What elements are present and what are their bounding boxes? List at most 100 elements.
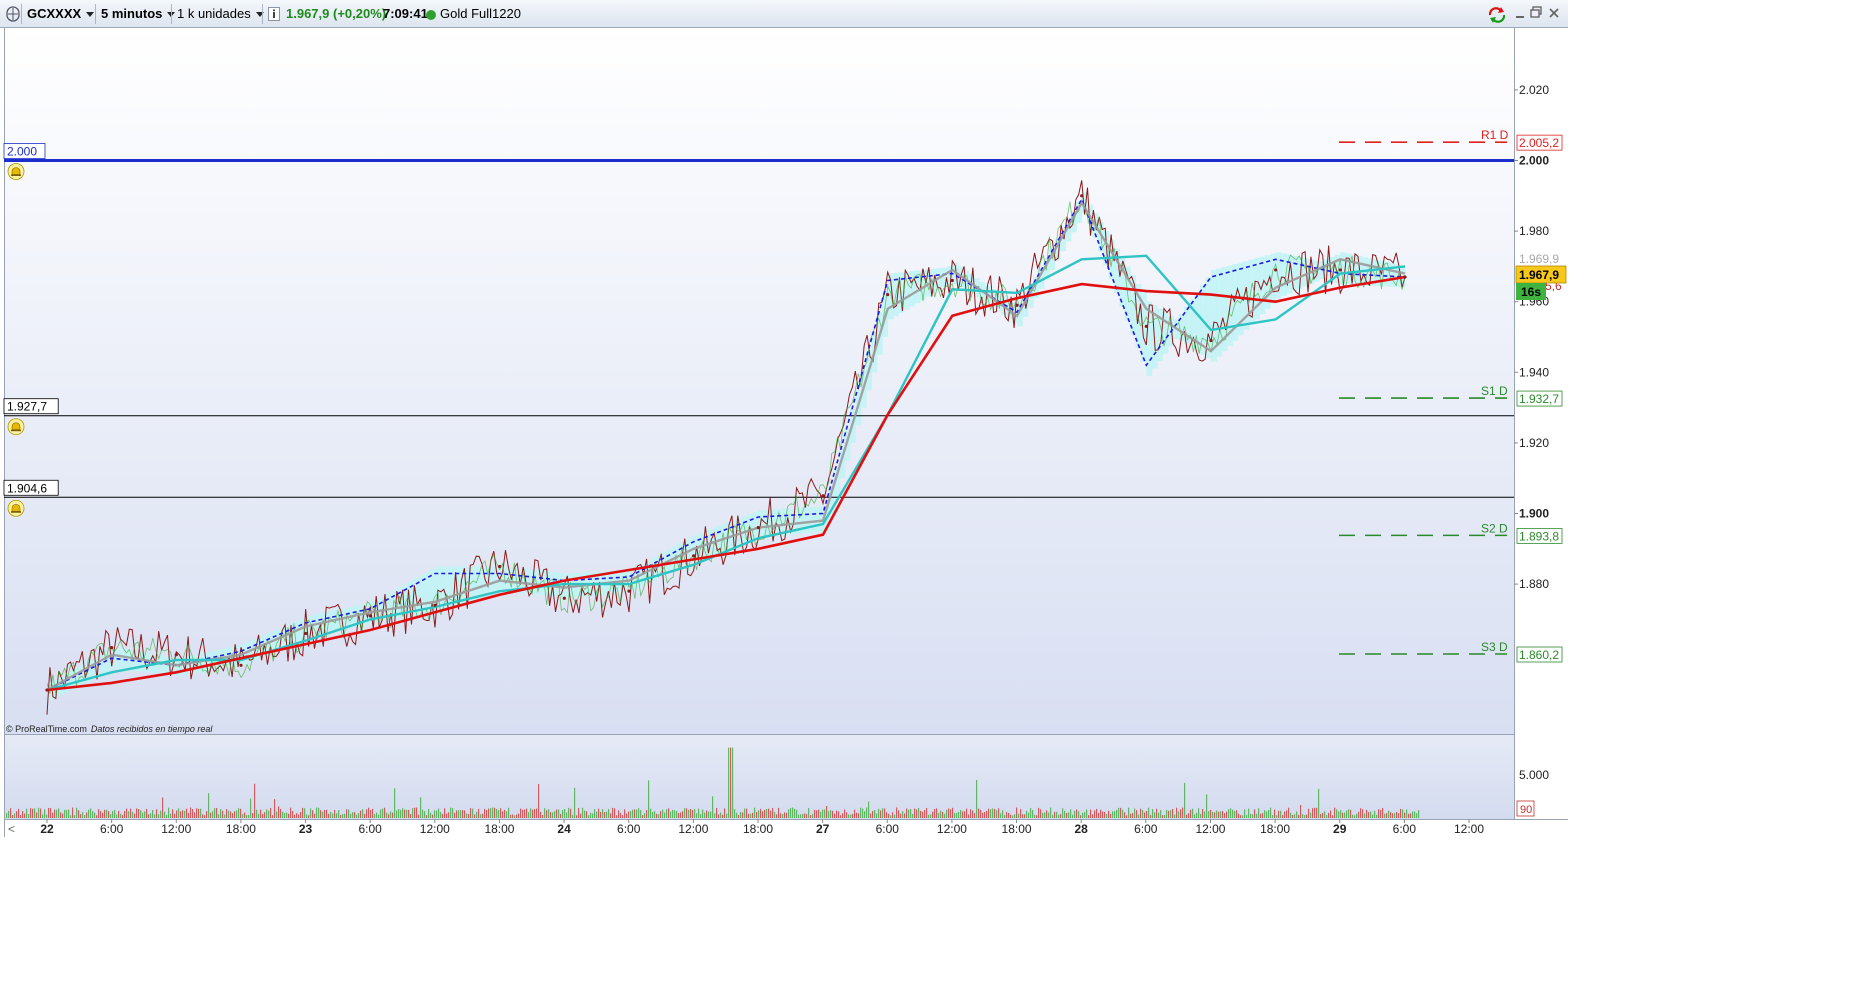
volume-bar (1272, 815, 1274, 818)
volume-bar (38, 807, 40, 818)
volume-bar (326, 809, 328, 818)
volume-bar (1368, 812, 1370, 818)
volume-bar (600, 811, 602, 818)
volume-bar (356, 814, 358, 818)
volume-bar (1086, 809, 1088, 818)
volume-bar (542, 814, 544, 818)
x-tick-label: 12:00 (1454, 822, 1484, 836)
volume-bar (498, 810, 500, 818)
volume-bar (1320, 813, 1322, 818)
volume-bar (436, 810, 438, 818)
volume-bar (224, 814, 226, 818)
volume-bar (1164, 815, 1166, 818)
volume-bar (274, 799, 276, 818)
volume-bar (8, 810, 10, 818)
volume-bar (246, 815, 248, 818)
volume-bar (1308, 808, 1310, 818)
volume-bar (520, 808, 522, 818)
volume-bar (528, 812, 530, 818)
volume-bar (1374, 810, 1376, 818)
volume-bar (1038, 807, 1040, 818)
volume-bar (562, 809, 564, 818)
volume-bar (1116, 809, 1118, 818)
bell-icon[interactable] (7, 163, 25, 180)
volume-bar (172, 809, 174, 818)
volume-bar (376, 812, 378, 818)
volume-bar (576, 815, 578, 818)
volume-bar (1360, 808, 1362, 818)
volume-bar (922, 811, 924, 818)
volume-bar (666, 809, 668, 818)
volume-bar (360, 810, 362, 818)
price-point (304, 631, 308, 636)
volume-bar (710, 811, 712, 818)
units-dropdown[interactable]: 1 k unidades (177, 0, 264, 28)
minimize-icon[interactable] (1515, 6, 1525, 23)
volume-bar (1152, 809, 1154, 818)
price-point (1338, 268, 1342, 272)
volume-bar (886, 812, 888, 818)
volume-bar (1354, 815, 1356, 818)
volume-bar (414, 807, 416, 818)
volume-bar (636, 809, 638, 818)
volume-bar (262, 813, 264, 818)
volume-bar (1016, 807, 1018, 818)
volume-bar (176, 810, 178, 818)
volume-bar (378, 814, 380, 818)
volume-bar (1404, 812, 1406, 818)
y-tick-label: 1.880 (1519, 577, 1549, 591)
volume-bar (1276, 815, 1278, 818)
layout-icon[interactable] (6, 0, 20, 28)
volume-bar (108, 811, 110, 818)
volume-bar (548, 809, 550, 818)
volume-bar (124, 811, 126, 818)
volume-bar (56, 809, 58, 818)
volume-bar (1036, 815, 1038, 818)
volume-bar (712, 796, 714, 818)
volume-bar (812, 813, 814, 818)
volume-bar (1234, 810, 1236, 818)
volume-bar (664, 812, 666, 818)
volume-bar (596, 811, 598, 818)
volume-bar (892, 812, 894, 818)
bell-icon[interactable] (7, 499, 25, 517)
x-tick-label: 22 (40, 822, 54, 836)
volume-bar (640, 810, 642, 818)
price-point (174, 653, 178, 657)
volume-bar (162, 797, 164, 818)
volume-bar (702, 809, 704, 818)
volume-bar (284, 813, 286, 818)
close-icon[interactable] (1548, 6, 1560, 23)
volume-bar (314, 813, 316, 818)
volume-bar (1082, 812, 1084, 818)
price-chart[interactable]: R1 D 2.005,2 S1 D 1.932,7 S2 D 1.893,8 S3 D 1.8… (0, 28, 1568, 837)
volume-bar (418, 814, 420, 818)
volume-bar (440, 812, 442, 818)
symbol-dropdown[interactable]: GCXXXX (27, 0, 95, 28)
volume-bar (598, 808, 600, 818)
sync-icon[interactable] (1487, 6, 1507, 27)
volume-bar (1102, 811, 1104, 818)
volume-bar (434, 810, 436, 818)
cloud-segment (472, 566, 479, 600)
volume-bar (68, 809, 70, 818)
volume-bar (1176, 807, 1178, 818)
scroll-left-icon[interactable]: < (8, 822, 15, 836)
info-icon[interactable] (268, 0, 280, 28)
timeframe-dropdown[interactable]: 5 minutos (101, 0, 176, 28)
restore-icon[interactable] (1530, 6, 1542, 23)
volume-bar (694, 808, 696, 818)
volume-bar (832, 810, 834, 818)
x-tick-label: 23 (299, 822, 313, 836)
cloud-segment (909, 271, 916, 307)
volume-bar (792, 807, 794, 818)
volume-bar (514, 815, 516, 818)
volume-bar (934, 809, 936, 818)
bell-icon[interactable] (7, 418, 25, 436)
volume-bar (50, 808, 52, 818)
volume-bar (210, 812, 212, 818)
volume-bar (1032, 810, 1034, 818)
volume-bar (768, 808, 770, 818)
volume-bar (464, 810, 466, 818)
volume-bar (974, 813, 976, 818)
